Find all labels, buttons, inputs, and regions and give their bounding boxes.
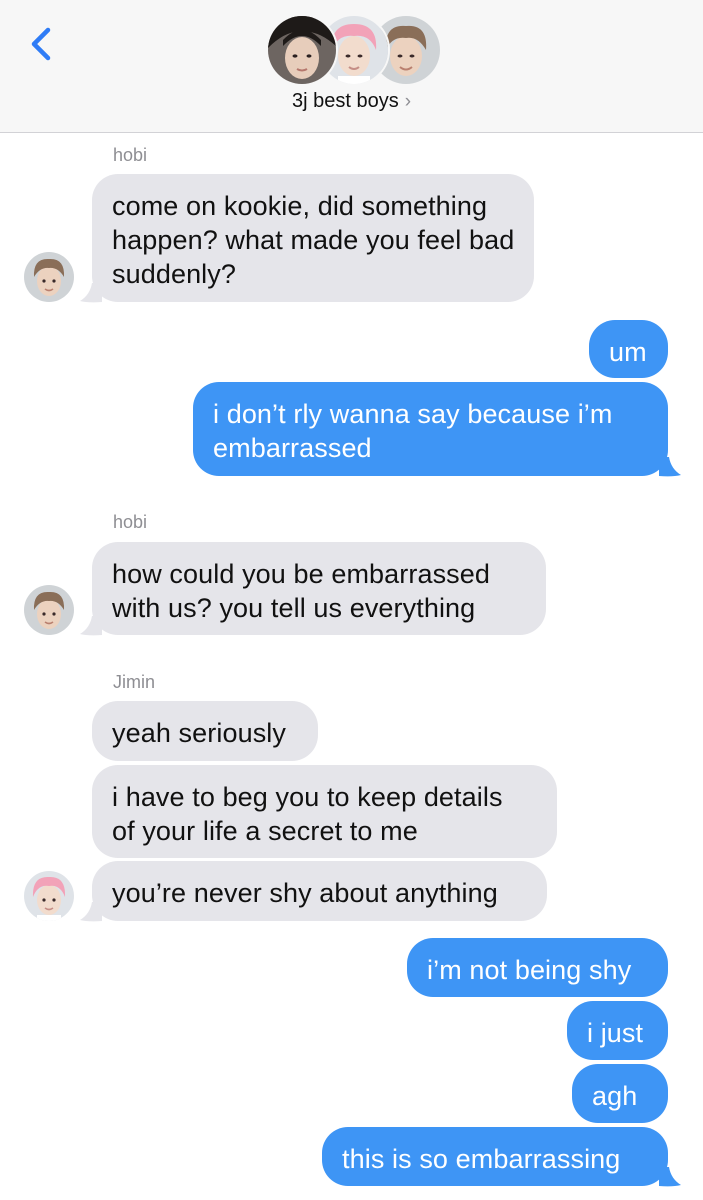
- outgoing-bubble[interactable]: um: [589, 320, 668, 378]
- group-name: 3j best boys: [291, 90, 399, 112]
- bubble-tail: [659, 1167, 681, 1187]
- bubble-tail: [80, 902, 102, 922]
- incoming-bubble[interactable]: come on kookie, did something happen? wh…: [92, 174, 535, 302]
- conversation-title[interactable]: 3j best boys ›: [0, 90, 703, 113]
- incoming-bubble[interactable]: you’re never shy about anything: [92, 861, 547, 921]
- incoming-bubble[interactable]: yeah seriously: [92, 701, 318, 761]
- bubble-tail: [80, 283, 102, 303]
- outgoing-bubble[interactable]: this is so embarrassing: [322, 1127, 668, 1186]
- outgoing-bubble[interactable]: agh: [572, 1064, 668, 1123]
- chevron-right-icon: ›: [404, 91, 412, 112]
- bubble-tail: [80, 616, 102, 636]
- avatar-jimin: [24, 871, 74, 921]
- avatar-hobi: [24, 585, 74, 635]
- outgoing-bubble[interactable]: i’m not being shy: [407, 938, 668, 997]
- chevron-left-icon: [31, 27, 51, 61]
- sender-name: hobi: [113, 512, 148, 532]
- conversation-header: 3j best boys ›: [0, 0, 703, 133]
- avatar-hobi: [24, 252, 74, 302]
- incoming-bubble[interactable]: how could you be embarrassed with us? yo…: [92, 542, 546, 635]
- sender-name: hobi: [113, 145, 148, 165]
- group-avatars[interactable]: [266, 14, 442, 86]
- outgoing-bubble[interactable]: i don’t rly wanna say because i’m embarr…: [193, 382, 668, 476]
- back-button[interactable]: [22, 22, 62, 66]
- bubble-tail: [659, 457, 681, 477]
- sender-name: Jimin: [113, 672, 156, 692]
- incoming-bubble[interactable]: i have to beg you to keep details of you…: [92, 765, 557, 858]
- avatar-member-1: [266, 14, 338, 86]
- outgoing-bubble[interactable]: i just: [567, 1001, 668, 1060]
